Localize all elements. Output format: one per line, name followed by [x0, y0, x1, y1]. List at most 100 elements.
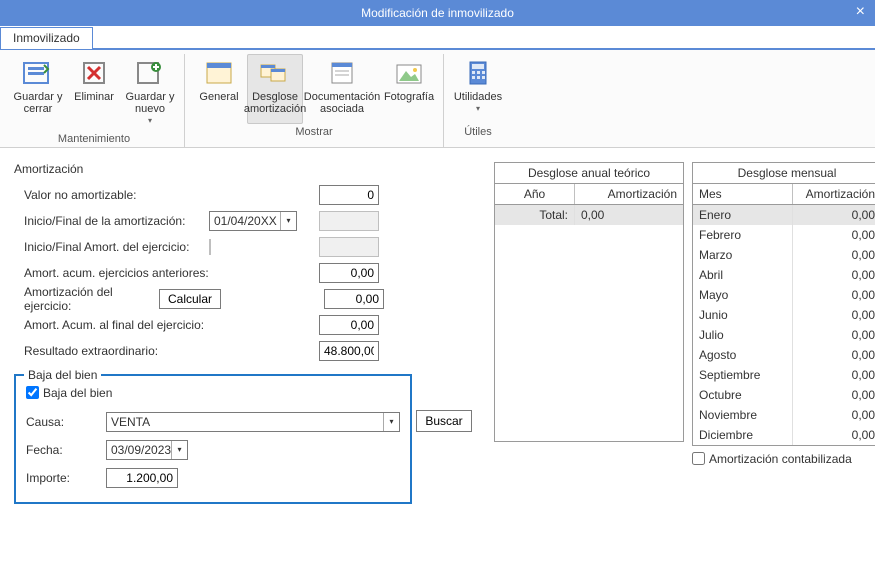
inicio-fecha-value: 01/04/20XX [214, 214, 277, 228]
group-label-utiles: Útiles [464, 126, 492, 138]
buscar-button[interactable]: Buscar [416, 410, 472, 432]
chevron-down-icon: ▾ [280, 212, 296, 230]
mensual-mes: Febrero [693, 225, 793, 245]
mensual-amort: 0,00 [793, 205, 875, 225]
mensual-amort: 0,00 [793, 345, 875, 365]
mensual-row[interactable]: Agosto0,00 [693, 345, 875, 365]
mensual-amort: 0,00 [793, 365, 875, 385]
mensual-amort: 0,00 [793, 385, 875, 405]
mensual-row[interactable]: Noviembre0,00 [693, 405, 875, 425]
mensual-mes: Mayo [693, 285, 793, 305]
general-icon [203, 59, 235, 87]
contabilizada-label: Amortización contabilizada [709, 452, 852, 466]
label-acum-anteriores: Amort. acum. ejercicios anteriores: [24, 266, 209, 280]
utilidades-button[interactable]: Utilidades ▾ [450, 54, 506, 124]
window-title: Modificación de inmovilizado [361, 6, 514, 20]
inicio-ej-disabled [209, 239, 211, 255]
mensual-row[interactable]: Diciembre0,00 [693, 425, 875, 445]
mensual-row[interactable]: Mayo0,00 [693, 285, 875, 305]
titlebar: Modificación de inmovilizado × [0, 0, 875, 26]
teorico-col-amort[interactable]: Amortización [575, 184, 683, 204]
ribbon-group-utiles: Utilidades ▾ Útiles [444, 54, 512, 147]
teorico-col-ano[interactable]: Año [495, 184, 575, 204]
section-amortizacion: Amortización [14, 162, 484, 176]
calcular-button[interactable]: Calcular [159, 289, 221, 309]
mensual-row[interactable]: Junio0,00 [693, 305, 875, 325]
chevron-down-icon: ▾ [383, 413, 399, 431]
eliminar-label: Eliminar [74, 91, 114, 103]
teorico-ano: Total: [495, 205, 575, 225]
general-label: General [199, 91, 238, 103]
ribbon-group-mostrar: General Desglose amortización Documentac… [185, 54, 444, 147]
mensual-mes: Junio [693, 305, 793, 325]
valor-no-amort-input[interactable] [319, 185, 379, 205]
photo-icon [393, 59, 425, 87]
mensual-mes: Noviembre [693, 405, 793, 425]
baja-checkbox[interactable] [26, 386, 39, 399]
mensual-mes: Agosto [693, 345, 793, 365]
guardar-nuevo-button[interactable]: Guardar y nuevo ▾ [122, 54, 178, 131]
causa-combo[interactable]: VENTA ▾ [106, 412, 400, 432]
mensual-col-amort[interactable]: Amortización [793, 184, 875, 204]
label-acum-final: Amort. Acum. al final del ejercicio: [24, 318, 209, 332]
mensual-mes: Octubre [693, 385, 793, 405]
mensual-amort: 0,00 [793, 425, 875, 445]
mensual-mes: Abril [693, 265, 793, 285]
amort-ejercicio-input[interactable] [324, 289, 384, 309]
save-new-icon [134, 59, 166, 87]
mensual-row[interactable]: Abril0,00 [693, 265, 875, 285]
desglose-label: Desglose amortización [244, 91, 306, 115]
mensual-row[interactable]: Octubre0,00 [693, 385, 875, 405]
fotografia-button[interactable]: Fotografía [381, 54, 437, 124]
document-icon [326, 59, 358, 87]
teorico-row[interactable]: Total:0,00 [495, 205, 683, 225]
label-resultado: Resultado extraordinario: [24, 344, 209, 358]
mensual-amort: 0,00 [793, 265, 875, 285]
importe-input[interactable] [106, 468, 178, 488]
mensual-row[interactable]: Marzo0,00 [693, 245, 875, 265]
mensual-mes: Julio [693, 325, 793, 345]
resultado-input[interactable] [319, 341, 379, 361]
delete-icon [78, 59, 110, 87]
label-fecha: Fecha: [26, 443, 106, 457]
desglose-amortizacion-button[interactable]: Desglose amortización [247, 54, 303, 124]
acum-anteriores-input[interactable] [319, 263, 379, 283]
contabilizada-checkbox[interactable] [692, 452, 705, 465]
mensual-row[interactable]: Enero0,00 [693, 205, 875, 225]
eliminar-button[interactable]: Eliminar [66, 54, 122, 131]
tab-inmovilizado[interactable]: Inmovilizado [0, 27, 93, 49]
mensual-amort: 0,00 [793, 285, 875, 305]
mensual-row[interactable]: Febrero0,00 [693, 225, 875, 245]
mensual-amort: 0,00 [793, 305, 875, 325]
acum-final-input[interactable] [319, 315, 379, 335]
label-importe: Importe: [26, 471, 106, 485]
baja-title: Baja del bien [24, 368, 101, 382]
group-label-mostrar: Mostrar [295, 126, 332, 138]
ribbon-group-mantenimiento: Guardar y cerrar Eliminar Guardar y nuev… [4, 54, 185, 147]
mensual-mes: Marzo [693, 245, 793, 265]
mensual-mes: Enero [693, 205, 793, 225]
documentacion-button[interactable]: Documentación asociada [303, 54, 381, 124]
teorico-title: Desglose anual teórico [495, 163, 683, 184]
mensual-amort: 0,00 [793, 405, 875, 425]
mensual-row[interactable]: Julio0,00 [693, 325, 875, 345]
guardar-cerrar-button[interactable]: Guardar y cerrar [10, 54, 66, 131]
baja-panel: Baja del bien Baja del bien Causa: VENTA… [14, 374, 412, 504]
inicio-fecha-input[interactable]: 01/04/20XX ▾ [209, 211, 297, 231]
mensual-col-mes[interactable]: Mes [693, 184, 793, 204]
label-inicio-final: Inicio/Final de la amortización: [24, 214, 209, 228]
mensual-row[interactable]: Septiembre0,00 [693, 365, 875, 385]
baja-fecha-input[interactable]: 03/09/2023 ▾ [106, 440, 188, 460]
tabstrip: Inmovilizado [0, 26, 875, 50]
mensual-mes: Septiembre [693, 365, 793, 385]
mensual-amort: 0,00 [793, 325, 875, 345]
close-icon[interactable]: × [856, 3, 865, 21]
final-fecha-disabled [319, 211, 379, 231]
general-button[interactable]: General [191, 54, 247, 124]
group-label-mantenimiento: Mantenimiento [58, 133, 130, 145]
calculator-icon [462, 59, 494, 87]
fotografia-label: Fotografía [384, 91, 434, 103]
causa-value: VENTA [111, 415, 150, 429]
mensual-title: Desglose mensual [693, 163, 875, 184]
mensual-amort: 0,00 [793, 225, 875, 245]
